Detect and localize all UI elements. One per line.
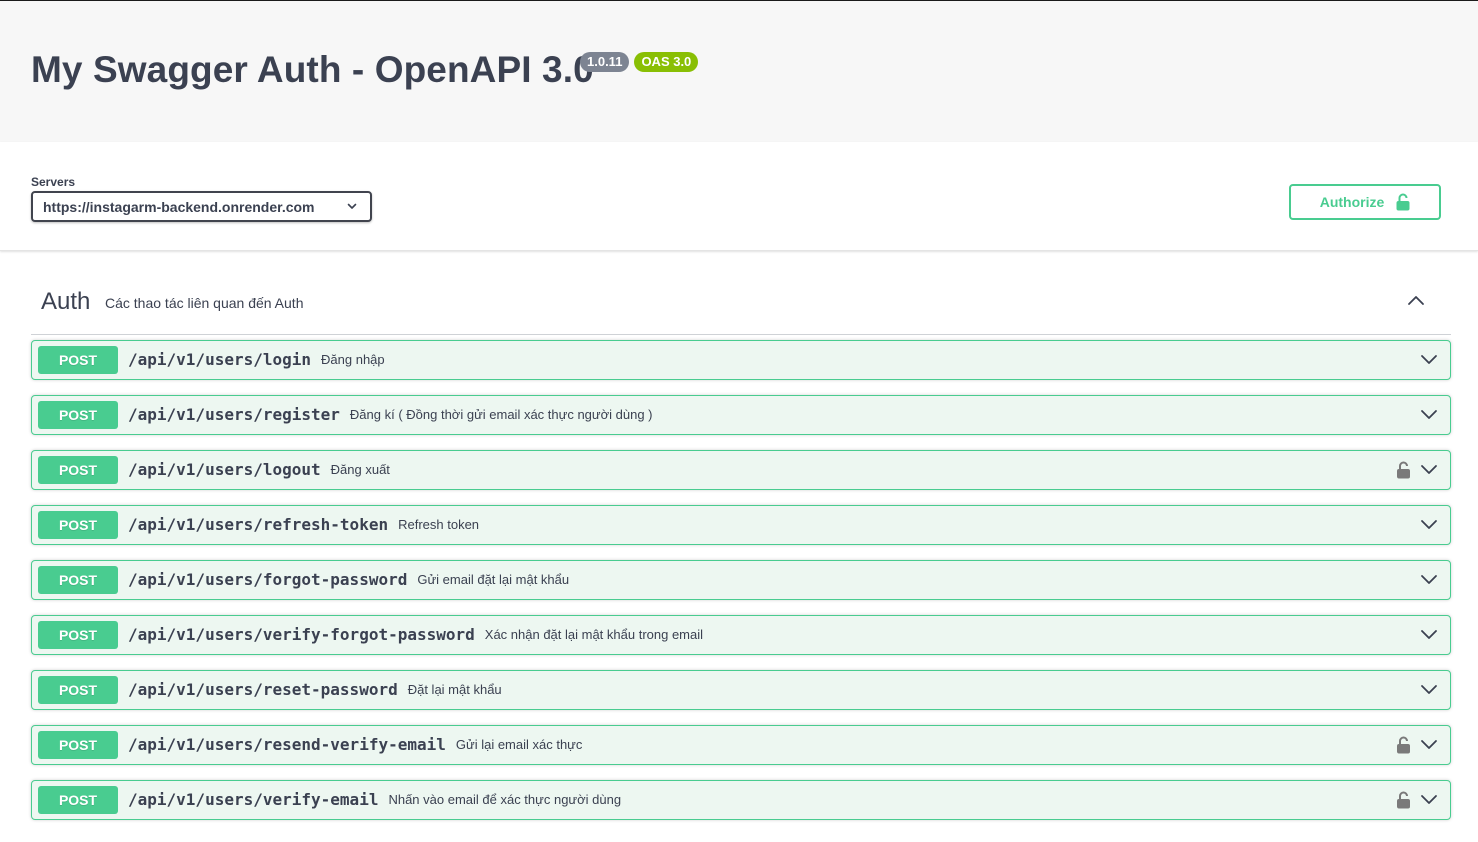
method-badge: POST	[38, 786, 118, 814]
chevron-down-icon[interactable]	[1420, 628, 1438, 642]
tag-name: Auth	[41, 288, 91, 315]
operation-path: /api/v1/users/verify-forgot-password	[128, 625, 475, 644]
chevron-down-icon[interactable]	[1420, 353, 1438, 367]
operation-row[interactable]: POST/api/v1/users/verify-email Nhấn vào e…	[31, 780, 1451, 820]
authorize-label: Authorize	[1319, 194, 1385, 210]
chevron-down-icon[interactable]	[1420, 683, 1438, 697]
oas-badge: OAS 3.0	[634, 52, 699, 72]
unlock-icon[interactable]	[1396, 736, 1411, 754]
operation-row[interactable]: POST/api/v1/users/register Đăng kí ( Đồng…	[31, 395, 1451, 435]
operation-path: /api/v1/users/logout	[128, 460, 321, 479]
chevron-down-icon[interactable]	[1420, 408, 1438, 422]
operation-path-group: /api/v1/users/login Đăng nhập	[128, 350, 385, 369]
operation-summary: Đăng kí ( Đồng thời gửi email xác thực n…	[349, 407, 653, 422]
operation-path-group: /api/v1/users/verify-forgot-password Xác …	[128, 625, 703, 644]
operation-path: /api/v1/users/verify-email	[128, 790, 379, 809]
chevron-down-icon[interactable]	[1420, 518, 1438, 532]
operation-summary: Nhấn vào email để xác thực người dùng	[388, 792, 622, 807]
method-badge: POST	[38, 346, 118, 374]
operation-path: /api/v1/users/login	[128, 350, 312, 369]
operation-summary: Đặt lại mật khẩu	[407, 682, 502, 697]
operation-summary: Đăng nhập	[321, 352, 385, 367]
operation-row[interactable]: POST/api/v1/users/login Đăng nhập	[31, 340, 1451, 380]
chevron-down-icon[interactable]	[1420, 573, 1438, 587]
unlock-icon[interactable]	[1396, 461, 1411, 479]
operation-path: /api/v1/users/reset-password	[128, 680, 398, 699]
operation-path-group: /api/v1/users/reset-password Đặt lại mật …	[128, 680, 502, 699]
operation-path-group: /api/v1/users/register Đăng kí ( Đồng thờ…	[128, 405, 653, 424]
operation-row[interactable]: POST/api/v1/users/logout Đăng xuất	[31, 450, 1451, 490]
operation-summary: Đăng xuất	[330, 462, 390, 477]
method-badge: POST	[38, 676, 118, 704]
method-badge: POST	[38, 401, 118, 429]
method-badge: POST	[38, 456, 118, 484]
info-header: My Swagger Auth - OpenAPI 3.0 1.0.11 OAS…	[0, 1, 1478, 142]
operation-path-group: /api/v1/users/refresh-token Refresh token	[128, 515, 479, 534]
tag-header[interactable]: Auth Các thao tác liên quan đến Auth	[31, 251, 1451, 335]
chevron-up-icon[interactable]	[1407, 293, 1425, 307]
page-title: My Swagger Auth - OpenAPI 3.0	[31, 49, 594, 90]
operation-path: /api/v1/users/forgot-password	[128, 570, 408, 589]
tag-description: Các thao tác liên quan đến Auth	[105, 295, 304, 311]
authorize-button[interactable]: Authorize	[1289, 184, 1441, 220]
operation-path-group: /api/v1/users/resend-verify-email Gửi lại…	[128, 735, 582, 754]
operation-row[interactable]: POST/api/v1/users/resend-verify-email Gửi…	[31, 725, 1451, 765]
operation-path: /api/v1/users/resend-verify-email	[128, 735, 446, 754]
operation-path-group: /api/v1/users/verify-email Nhấn vào email…	[128, 790, 621, 809]
unlock-icon	[1396, 193, 1410, 211]
operation-path-group: /api/v1/users/forgot-password Gửi email đ…	[128, 570, 569, 589]
chevron-down-icon[interactable]	[1420, 793, 1438, 807]
chevron-down-icon[interactable]	[1420, 463, 1438, 477]
operation-row[interactable]: POST/api/v1/users/reset-password Đặt lại …	[31, 670, 1451, 710]
tag-section-auth: Auth Các thao tác liên quan đến Auth POS…	[31, 251, 1451, 820]
chevron-down-icon	[347, 203, 357, 209]
unlock-icon[interactable]	[1396, 791, 1411, 809]
operation-summary: Gửi lại email xác thực	[455, 737, 583, 752]
operation-summary: Refresh token	[398, 517, 480, 532]
servers-select[interactable]: https://instagarm-backend.onrender.com	[31, 191, 372, 222]
method-badge: POST	[38, 731, 118, 759]
method-badge: POST	[38, 566, 118, 594]
operation-row[interactable]: POST/api/v1/users/verify-forgot-password…	[31, 615, 1451, 655]
method-badge: POST	[38, 511, 118, 539]
scheme-container: Servers https://instagarm-backend.onrend…	[0, 142, 1478, 251]
chevron-down-icon[interactable]	[1420, 738, 1438, 752]
servers-label: Servers	[31, 175, 76, 189]
operation-path: /api/v1/users/register	[128, 405, 340, 424]
operation-row[interactable]: POST/api/v1/users/forgot-password Gửi ema…	[31, 560, 1451, 600]
operation-path: /api/v1/users/refresh-token	[128, 515, 389, 534]
version-badges: 1.0.11 OAS 3.0	[580, 52, 699, 72]
operation-summary: Gửi email đặt lại mật khẩu	[417, 572, 570, 587]
selected-server: https://instagarm-backend.onrender.com	[43, 199, 315, 215]
operation-path-group: /api/v1/users/logout Đăng xuất	[128, 460, 390, 479]
operation-summary: Xác nhận đặt lại mật khẩu trong email	[484, 627, 704, 642]
operation-row[interactable]: POST/api/v1/users/refresh-token Refresh t…	[31, 505, 1451, 545]
version-badge: 1.0.11	[580, 52, 630, 72]
method-badge: POST	[38, 621, 118, 649]
